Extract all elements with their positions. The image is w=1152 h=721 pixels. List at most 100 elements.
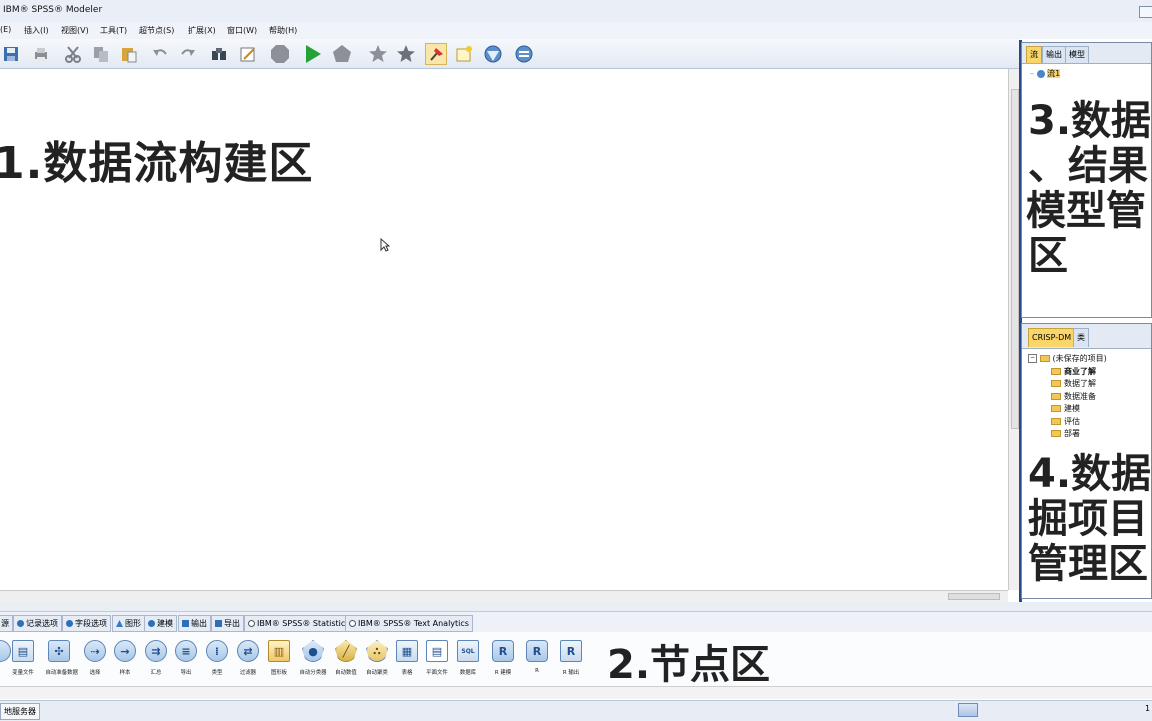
palette-node[interactable]: ⇄ 过滤器 xyxy=(233,640,263,676)
palette-node[interactable]: RR 建模 xyxy=(488,640,518,676)
pin-icon[interactable] xyxy=(425,43,447,65)
menu-view[interactable]: 视图(V) xyxy=(61,25,89,36)
palette-node[interactable]: ╱ 自动数值 xyxy=(331,640,361,676)
palette-node[interactable]: ▤ 平面文件 xyxy=(422,640,452,676)
project-folder[interactable]: 数据了解 xyxy=(1051,378,1096,389)
palette-tabs: 源 记录选项 字段选项 图形 建模 输出 导出 IBM® SPSS® Stati… xyxy=(0,611,1152,634)
record-icon xyxy=(17,620,24,627)
sample-icon: → xyxy=(114,640,136,662)
folder-icon xyxy=(1051,380,1061,387)
tab-modeling[interactable]: 建模 xyxy=(144,615,177,632)
title-bar: IBM® SPSS® Modeler xyxy=(0,0,1152,23)
tab-crisp-dm[interactable]: CRISP-DM xyxy=(1028,328,1076,347)
stream-name: 流1 xyxy=(1047,69,1061,78)
folder-icon xyxy=(1051,405,1061,412)
select-icon: ⇢ xyxy=(84,640,106,662)
palette-node[interactable]: ▤ 变量文件 xyxy=(8,640,38,676)
palette-node[interactable]: RR xyxy=(522,640,552,674)
output-icon xyxy=(182,620,189,627)
pane-label-line: 管理区 xyxy=(1028,541,1148,587)
tab-output[interactable]: 输出 xyxy=(178,615,211,632)
folder-icon xyxy=(1039,355,1050,362)
tab-outputs[interactable]: 输出 xyxy=(1042,46,1066,63)
star-icon[interactable] xyxy=(367,43,389,65)
stop-icon[interactable] xyxy=(269,43,291,65)
project-root[interactable]: − (未保存的项目) xyxy=(1028,353,1107,364)
palette-node[interactable]: ● 自动分类器 xyxy=(298,640,328,676)
palette-node[interactable]: ✣ 自动准备数据 xyxy=(44,640,78,676)
window-button[interactable] xyxy=(1139,6,1152,18)
splitter[interactable] xyxy=(0,602,1152,611)
merge-icon: ≡ xyxy=(175,640,197,662)
project-folder[interactable]: 建模 xyxy=(1051,403,1080,414)
run-icon[interactable] xyxy=(302,43,324,65)
palette-node[interactable]: SQL 数据库 xyxy=(453,640,483,676)
undo-icon[interactable] xyxy=(149,43,171,65)
tab-export[interactable]: 导出 xyxy=(211,615,244,632)
menu-supernode[interactable]: 超节点(S) xyxy=(139,25,174,36)
palette-node[interactable]: ⇉ 汇总 xyxy=(141,640,171,676)
scroll-thumb[interactable] xyxy=(948,593,1000,600)
palette-node[interactable]: ≡ 导出 xyxy=(171,640,201,676)
edit-icon[interactable] xyxy=(237,43,259,65)
menu-tools[interactable]: 工具(T) xyxy=(100,25,127,36)
stream-icon xyxy=(1036,69,1045,78)
tab-graphs[interactable]: 图形 xyxy=(112,615,145,632)
palette-node[interactable]: ∴ 自动聚类 xyxy=(362,640,392,676)
palette-node[interactable]: ▦ 表格 xyxy=(392,640,422,676)
palette-node[interactable]: RR 输出 xyxy=(556,640,586,676)
field-icon xyxy=(66,620,73,627)
toolbar xyxy=(0,39,1020,69)
tab-streams[interactable]: 流 xyxy=(1026,46,1042,63)
tab-classes[interactable]: 类 xyxy=(1073,328,1089,347)
palette-node[interactable]: ▥ 图形板 xyxy=(264,640,294,676)
project-folder[interactable]: 部署 xyxy=(1051,428,1080,439)
palette-node[interactable]: ⁞ 类型 xyxy=(202,640,232,676)
menu-extensions[interactable]: 扩展(X) xyxy=(188,25,216,36)
new-annotation-icon[interactable] xyxy=(453,43,475,65)
cut-icon[interactable] xyxy=(62,43,84,65)
palette-node[interactable]: → 样本 xyxy=(110,640,140,676)
copy-icon[interactable] xyxy=(90,43,112,65)
menu-window[interactable]: 窗口(W) xyxy=(227,25,257,36)
scroll-thumb[interactable] xyxy=(1011,89,1019,429)
menu-insert[interactable]: 插入(I) xyxy=(24,25,49,36)
save-icon[interactable] xyxy=(0,43,22,65)
r-output-icon: R xyxy=(560,640,582,662)
graph-icon xyxy=(116,620,123,627)
collapse-icon[interactable]: − xyxy=(1028,354,1037,363)
tab-record-ops[interactable]: 记录选项 xyxy=(13,615,62,632)
tab-sources[interactable]: 源 xyxy=(0,615,13,632)
type-icon: ⁞ xyxy=(206,640,228,662)
stream-canvas[interactable]: 1.数据流构建区 xyxy=(0,69,1009,590)
auto-classifier-icon: ● xyxy=(302,640,324,662)
tab-models[interactable]: 模型 xyxy=(1065,46,1089,63)
project-folder[interactable]: 数据准备 xyxy=(1051,391,1096,402)
project-folder[interactable]: 评估 xyxy=(1051,416,1080,427)
model-icon xyxy=(148,620,155,627)
tree-item[interactable]: – 流1 xyxy=(1030,68,1061,79)
find-icon[interactable] xyxy=(208,43,230,65)
server-status[interactable]: 地服务器 xyxy=(0,703,40,720)
print-icon[interactable] xyxy=(30,43,52,65)
palette-scrollbar[interactable] xyxy=(0,686,1152,699)
star-filled-icon[interactable] xyxy=(395,43,417,65)
model-icon[interactable] xyxy=(482,43,504,65)
status-button[interactable] xyxy=(958,703,978,717)
tab-field-ops[interactable]: 字段选项 xyxy=(62,615,111,632)
database-icon: SQL xyxy=(457,640,479,662)
redo-icon[interactable] xyxy=(177,43,199,65)
menu-help[interactable]: 帮助(H) xyxy=(269,25,297,36)
folder-icon xyxy=(1051,368,1061,375)
globe-icon[interactable] xyxy=(513,43,535,65)
paste-icon[interactable] xyxy=(118,43,140,65)
palette-node[interactable]: ⇢ 选择 xyxy=(80,640,110,676)
manager-pane: 流 输出 模型 – 流1 3.数据 、结果 模型管 区 xyxy=(1021,42,1152,318)
tab-text-analytics[interactable]: IBM® SPSS® Text Analytics xyxy=(345,615,473,632)
text-analytics-icon xyxy=(349,620,356,627)
supernode-icon[interactable] xyxy=(331,43,353,65)
tab-statistics[interactable]: IBM® SPSS® Statistics xyxy=(244,615,354,632)
table-icon: ▦ xyxy=(396,640,418,662)
menu-edit[interactable]: (E) xyxy=(0,25,11,34)
project-folder[interactable]: 商业了解 xyxy=(1051,366,1096,377)
